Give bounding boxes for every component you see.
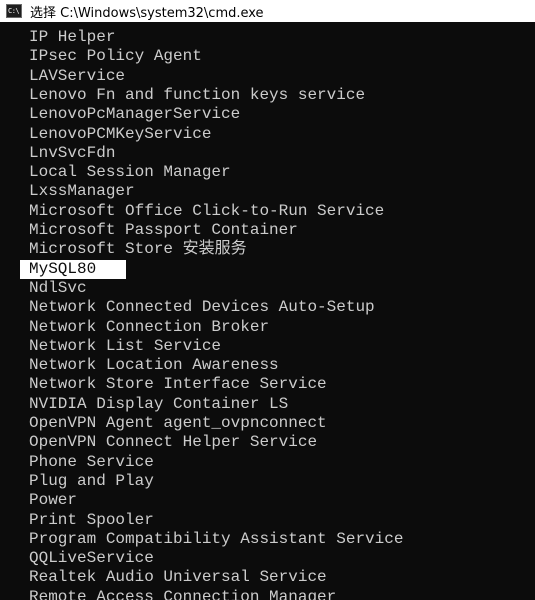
console-line[interactable]: LenovoPcManagerService	[29, 105, 240, 124]
console-line[interactable]: LnvSvcFdn	[29, 144, 115, 163]
console-line[interactable]: Local Session Manager	[29, 163, 231, 182]
cmd-window: C:\ 选择 C:\Windows\system32\cmd.exe IP He…	[0, 0, 535, 600]
console-line[interactable]: Lenovo Fn and function keys service	[29, 86, 365, 105]
console-line[interactable]: Network Location Awareness	[29, 356, 279, 375]
icon-glyph: C:\	[8, 7, 20, 15]
console-line[interactable]: OpenVPN Connect Helper Service	[29, 433, 317, 452]
console-line[interactable]: Power	[29, 491, 77, 510]
console-line[interactable]: Microsoft Office Click-to-Run Service	[29, 202, 384, 221]
console-line[interactable]: QQLiveService	[29, 549, 154, 568]
console-line[interactable]: Realtek Audio Universal Service	[29, 568, 327, 587]
console-line[interactable]: Network List Service	[29, 337, 221, 356]
console-line[interactable]: Network Connection Broker	[29, 318, 269, 337]
console-line[interactable]: Microsoft Store 安装服务	[29, 240, 247, 259]
title-bar[interactable]: C:\ 选择 C:\Windows\system32\cmd.exe	[0, 0, 535, 22]
console-line-selected[interactable]: MySQL80	[29, 260, 96, 279]
console-line[interactable]: LAVService	[29, 67, 125, 86]
console-line[interactable]: IP Helper	[29, 28, 115, 47]
window-title: 选择 C:\Windows\system32\cmd.exe	[30, 5, 264, 21]
console-line[interactable]: IPsec Policy Agent	[29, 47, 202, 66]
console-output[interactable]: IP Helper IPsec Policy Agent LAVService Len…	[0, 24, 535, 600]
console-line[interactable]: LxssManager	[29, 182, 135, 201]
console-line[interactable]: NdlSvc	[29, 279, 87, 298]
console-line[interactable]: Network Connected Devices Auto-Setup	[29, 298, 375, 317]
cmd-console-icon[interactable]: C:\	[6, 4, 22, 18]
console-line[interactable]: Microsoft Passport Container	[29, 221, 298, 240]
console-line[interactable]: LenovoPCMKeyService	[29, 125, 211, 144]
console-line[interactable]: Print Spooler	[29, 511, 154, 530]
console-line[interactable]: Phone Service	[29, 453, 154, 472]
console-line[interactable]: NVIDIA Display Container LS	[29, 395, 288, 414]
console-line[interactable]: Network Store Interface Service	[29, 375, 327, 394]
console-line[interactable]: Remote Access Connection Manager	[29, 588, 336, 600]
console-line[interactable]: Program Compatibility Assistant Service	[29, 530, 403, 549]
console-line[interactable]: Plug and Play	[29, 472, 154, 491]
console-line[interactable]: OpenVPN Agent agent_ovpnconnect	[29, 414, 327, 433]
